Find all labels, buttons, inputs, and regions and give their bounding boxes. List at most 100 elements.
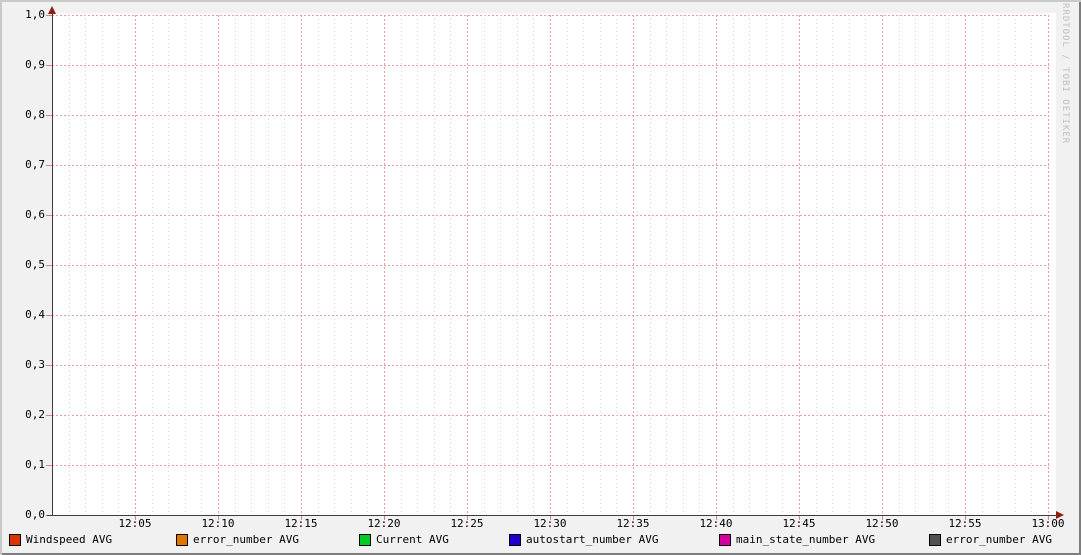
x-gridline xyxy=(965,15,966,515)
x-minor-gridline xyxy=(898,15,900,515)
x-minor-gridline xyxy=(832,15,834,515)
x-minor-gridline xyxy=(915,15,917,515)
x-minor-gridline xyxy=(284,15,286,515)
x-minor-gridline xyxy=(765,15,767,515)
y-tick-label: 0,9 xyxy=(25,58,45,71)
x-gridline xyxy=(550,15,551,515)
x-gridline xyxy=(135,15,136,515)
legend-label: error_number AVG xyxy=(193,532,299,546)
x-minor-gridline xyxy=(533,15,535,515)
legend-label: autostart_number AVG xyxy=(526,532,659,546)
legend-item: Windspeed AVG xyxy=(9,532,112,547)
x-minor-gridline xyxy=(666,15,668,515)
x-minor-gridline xyxy=(566,15,568,515)
x-minor-gridline xyxy=(201,15,203,515)
x-gridline xyxy=(301,15,302,515)
x-minor-gridline xyxy=(616,15,618,515)
x-tick-label: 12:45 xyxy=(782,517,816,530)
y-tick-label: 0,5 xyxy=(25,258,45,271)
y-tick-label: 1,0 xyxy=(25,8,45,21)
x-axis-line xyxy=(47,515,1057,516)
x-tick-label: 12:40 xyxy=(699,517,733,530)
y-tick-label: 0,8 xyxy=(25,108,45,121)
x-tick-label: 12:50 xyxy=(865,517,899,530)
y-tick-label: 0,0 xyxy=(25,508,45,521)
x-gridline xyxy=(218,15,219,515)
legend-item: main_state_number AVG xyxy=(719,532,875,547)
x-minor-gridline xyxy=(367,15,369,515)
x-tick-label: 12:10 xyxy=(201,517,235,530)
x-tick-label: 12:15 xyxy=(284,517,318,530)
legend-swatch-icon xyxy=(719,533,731,546)
x-minor-gridline xyxy=(500,15,502,515)
x-minor-gridline xyxy=(649,15,651,515)
x-minor-gridline xyxy=(1031,15,1033,515)
x-minor-gridline xyxy=(865,15,867,515)
x-tick-label: 12:25 xyxy=(450,517,484,530)
plot-area xyxy=(52,13,1056,515)
x-minor-gridline xyxy=(931,15,933,515)
legend-swatch-icon xyxy=(509,533,521,546)
legend-item: autostart_number AVG xyxy=(509,532,658,547)
x-minor-gridline xyxy=(101,15,103,515)
x-minor-gridline xyxy=(118,15,120,515)
x-minor-gridline xyxy=(85,15,87,515)
y-axis-line xyxy=(52,10,53,516)
x-minor-gridline xyxy=(782,15,784,515)
x-minor-gridline xyxy=(848,15,850,515)
y-tick-label: 0,3 xyxy=(25,358,45,371)
legend-swatch-icon xyxy=(359,533,371,546)
x-gridline xyxy=(633,15,634,515)
x-minor-gridline xyxy=(433,15,435,515)
legend-label: main_state_number AVG xyxy=(736,532,876,546)
x-gridline xyxy=(799,15,800,515)
x-tick-label: 12:30 xyxy=(533,517,567,530)
x-minor-gridline xyxy=(732,15,734,515)
legend-label: Windspeed AVG xyxy=(26,532,113,546)
x-minor-gridline xyxy=(151,15,153,515)
legend-item: error_number AVG xyxy=(176,532,299,547)
y-axis-arrow-icon xyxy=(48,6,56,14)
x-minor-gridline xyxy=(184,15,186,515)
x-minor-gridline xyxy=(317,15,319,515)
x-tick-label: 12:55 xyxy=(948,517,982,530)
x-minor-gridline xyxy=(234,15,236,515)
x-minor-gridline xyxy=(682,15,684,515)
y-tick-label: 0,2 xyxy=(25,408,45,421)
x-minor-gridline xyxy=(998,15,1000,515)
x-minor-gridline xyxy=(68,15,70,515)
x-tick-label: 13:00 xyxy=(1031,517,1065,530)
x-gridline xyxy=(882,15,883,515)
rrdtool-watermark: RRDTOOL / TOBI OETIKER xyxy=(1060,3,1070,145)
legend-label: Current AVG xyxy=(376,532,449,546)
y-tick-label: 0,4 xyxy=(25,308,45,321)
legend-swatch-icon xyxy=(9,533,21,546)
x-minor-gridline xyxy=(1014,15,1016,515)
x-minor-gridline xyxy=(400,15,402,515)
x-minor-gridline xyxy=(168,15,170,515)
x-minor-gridline xyxy=(981,15,983,515)
x-gridline xyxy=(467,15,468,515)
x-minor-gridline xyxy=(749,15,751,515)
x-tick-label: 12:20 xyxy=(367,517,401,530)
x-minor-gridline xyxy=(815,15,817,515)
x-gridline xyxy=(716,15,717,515)
x-minor-gridline xyxy=(516,15,518,515)
x-minor-gridline xyxy=(699,15,701,515)
legend-label: error_number AVG xyxy=(946,532,1052,546)
y-tick-label: 0,6 xyxy=(25,208,45,221)
y-tick-label: 0,1 xyxy=(25,458,45,471)
x-minor-gridline xyxy=(417,15,419,515)
x-gridline xyxy=(1048,15,1049,515)
x-tick-label: 12:35 xyxy=(616,517,650,530)
x-tick-label: 12:05 xyxy=(118,517,152,530)
legend-swatch-icon xyxy=(176,533,188,546)
x-minor-gridline xyxy=(334,15,336,515)
x-minor-gridline xyxy=(583,15,585,515)
x-minor-gridline xyxy=(251,15,253,515)
x-minor-gridline xyxy=(599,15,601,515)
legend-item: Current AVG xyxy=(359,532,449,547)
x-minor-gridline xyxy=(267,15,269,515)
legend-swatch-icon xyxy=(929,533,941,546)
x-minor-gridline xyxy=(350,15,352,515)
